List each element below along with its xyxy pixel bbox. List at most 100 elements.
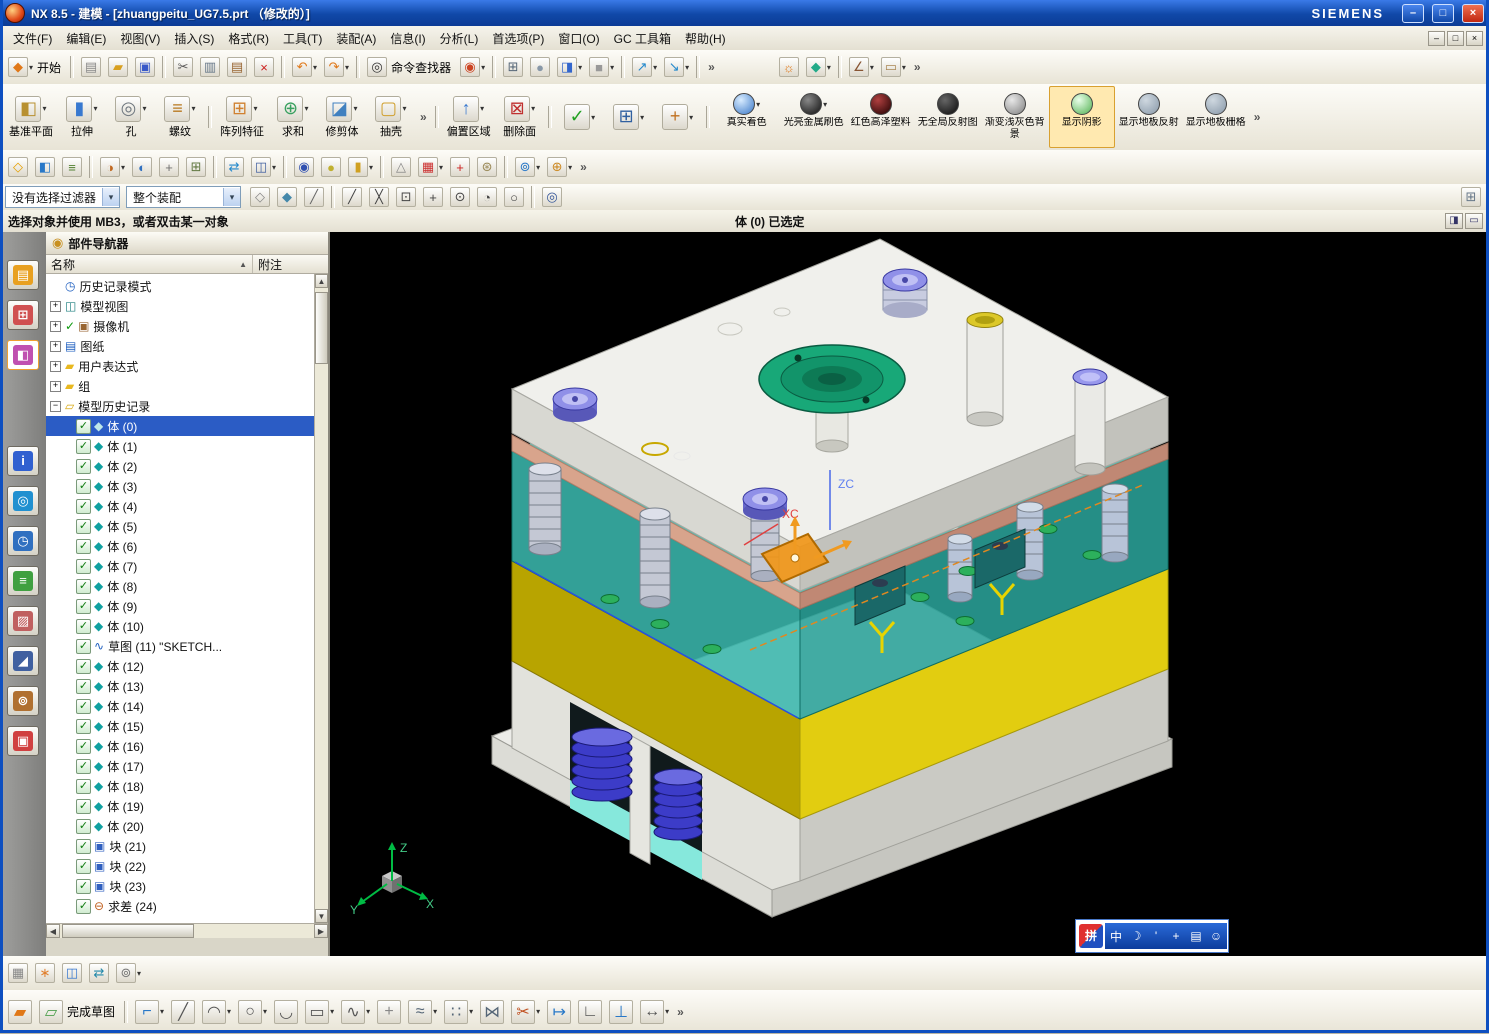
selection-filter-dropdown[interactable]: 没有选择过滤器 ▾ [5, 186, 120, 208]
checkbox-checked-icon[interactable]: ✓ [76, 719, 91, 734]
tree-item[interactable]: ✓▣块 (21) [46, 836, 315, 856]
tree-item[interactable]: ✓◆体 (19) [46, 796, 315, 816]
redo-button[interactable]: ↷▾ [321, 54, 352, 80]
tree-item[interactable]: ✓◆体 (1) [46, 436, 315, 456]
dropdown-arrow-icon[interactable]: ▾ [536, 163, 540, 172]
quick-extend-button[interactable]: ↦ [544, 996, 574, 1028]
toolbar-overflow-button[interactable]: » [704, 60, 719, 74]
new-file-button[interactable]: ▤ [78, 54, 104, 80]
menu-window[interactable]: 窗口(O) [551, 28, 606, 49]
scroll-down-icon[interactable]: ▼ [315, 909, 328, 923]
tree-item[interactable]: ✓◆体 (16) [46, 736, 315, 756]
chevron-down-icon[interactable]: ▾ [102, 188, 119, 206]
dropdown-arrow-icon[interactable]: ▾ [640, 113, 644, 122]
mold-assembly-3d-view[interactable]: ZC XC [330, 232, 1489, 956]
selection-scope-dropdown[interactable]: 整个装配 ▾ [126, 186, 241, 208]
tree-item[interactable]: ✓▣块 (22) [46, 856, 315, 876]
dropdown-arrow-icon[interactable]: ▾ [536, 1007, 540, 1016]
view-orient-button[interactable]: ◨▾ [554, 54, 585, 80]
scroll-up-icon[interactable]: ▲ [315, 274, 328, 288]
show-hide-button[interactable]: ◐ [129, 154, 155, 180]
menu-help[interactable]: 帮助(H) [678, 28, 733, 49]
resource-web-browser-button[interactable]: ◎ [7, 486, 39, 516]
expand-icon[interactable]: + [50, 381, 61, 392]
ime-lang-icon[interactable]: 中 [1109, 928, 1123, 945]
horizontal-scrollbar[interactable]: ◀ ▶ [46, 923, 328, 938]
toolbar-overflow-button[interactable]: » [673, 1005, 688, 1019]
menu-assemblies[interactable]: 装配(A) [329, 28, 383, 49]
thread-button[interactable]: ≡▾螺纹 [156, 87, 204, 147]
tree-item[interactable]: ✓⊖求差 (24) [46, 896, 315, 916]
dropdown-arrow-icon[interactable]: ▾ [653, 63, 657, 72]
dropdown-arrow-icon[interactable]: ▾ [160, 1007, 164, 1016]
gear-assembly-button[interactable]: ⊛ [474, 154, 500, 180]
checkbox-checked-icon[interactable]: ✓ [76, 819, 91, 834]
prompt-options-button[interactable]: ▭ [1465, 213, 1483, 229]
pattern-feature-button[interactable]: ⊞▾阵列特征 [216, 87, 268, 147]
resource-touch-mode-button[interactable]: ▣ [7, 726, 39, 756]
tree-item[interactable]: +◫模型视图 [46, 296, 315, 316]
checkbox-checked-icon[interactable]: ✓ [76, 499, 91, 514]
dropdown-arrow-icon[interactable]: ▾ [870, 63, 874, 72]
prompt-dock-button[interactable]: ◨ [1445, 213, 1463, 229]
dropdown-arrow-icon[interactable]: ▾ [665, 1007, 669, 1016]
tree-item[interactable]: ✓◆体 (14) [46, 696, 315, 716]
snap-midpoint-button[interactable]: ╳ [366, 184, 392, 210]
show-floor-grid-button[interactable]: 显示地板栅格 [1183, 86, 1249, 148]
checkbox-checked-icon[interactable]: ✓ [76, 419, 91, 434]
dropdown-arrow-icon[interactable]: ▾ [253, 104, 257, 113]
dropdown-arrow-icon[interactable]: ▾ [142, 104, 146, 113]
work-grid-button[interactable]: ⊞ [1458, 184, 1484, 210]
menu-information[interactable]: 信息(I) [383, 28, 432, 49]
extrude-button[interactable]: ▮▾拉伸 [58, 87, 106, 147]
toolbar-overflow-button[interactable]: » [416, 110, 431, 124]
checkbox-checked-icon[interactable]: ✓ [76, 779, 91, 794]
tree-item[interactable]: ✓◆体 (3) [46, 476, 315, 496]
checkbox-checked-icon[interactable]: ✓ [76, 479, 91, 494]
tree-item[interactable]: ✓◆体 (20) [46, 816, 315, 836]
hole-button[interactable]: ◎▾孔 [107, 87, 155, 147]
object-display-button[interactable]: ◑▾ [97, 154, 128, 180]
tree-item[interactable]: +▰组 [46, 376, 315, 396]
dropdown-arrow-icon[interactable]: ▾ [568, 163, 572, 172]
menu-insert[interactable]: 插入(S) [167, 28, 221, 49]
dropdown-arrow-icon[interactable]: ▾ [93, 104, 97, 113]
resource-hd3d-tool-button[interactable]: i [7, 446, 39, 476]
checkbox-checked-icon[interactable]: ✓ [76, 739, 91, 754]
dropdown-arrow-icon[interactable]: ▾ [345, 63, 349, 72]
expand-icon[interactable]: + [50, 361, 61, 372]
ime-punct-icon[interactable]: ' [1149, 929, 1163, 943]
shiny-metal-button[interactable]: ▾光亮金属刷色 [781, 86, 847, 148]
menu-preferences[interactable]: 首选项(P) [485, 28, 551, 49]
paste-button[interactable]: ▤ [224, 54, 250, 80]
resource-palette-button[interactable]: ▨ [7, 606, 39, 636]
tree-item[interactable]: ✓◆体 (17) [46, 756, 315, 776]
shell-button[interactable]: ▢▾抽壳 [367, 87, 415, 147]
mirror-curve-button[interactable]: ⋈ [477, 996, 507, 1028]
tree-item[interactable]: ✓▣块 (23) [46, 876, 315, 896]
tree-item[interactable]: ✓◆体 (0) [46, 416, 315, 436]
checkbox-checked-icon[interactable]: ✓ [76, 439, 91, 454]
dropdown-arrow-icon[interactable]: ▾ [531, 104, 535, 113]
finish-sketch-button[interactable]: ▱完成草图 [36, 996, 120, 1028]
ime-tools-icon[interactable]: + [1169, 929, 1183, 943]
dropdown-arrow-icon[interactable]: ▾ [42, 104, 46, 113]
unite-button[interactable]: ⊕▾求和 [269, 87, 317, 147]
snap-toggle-button[interactable]: ◇ [247, 184, 273, 210]
section-view-button[interactable]: ◫▾ [248, 154, 279, 180]
pattern-curve-button[interactable]: ∷▾ [441, 996, 476, 1028]
view-cube-mini-button[interactable]: ◫ [59, 960, 85, 986]
tree-item[interactable]: +▰用户表达式 [46, 356, 315, 376]
snap-quadrant-button[interactable]: ◔ [474, 184, 500, 210]
trim-body-button[interactable]: ◪▾修剪体 [318, 87, 366, 147]
background-color-button[interactable]: ■▾ [586, 54, 617, 80]
dropdown-arrow-icon[interactable]: ▾ [578, 63, 582, 72]
circle-button[interactable]: ○▾ [235, 996, 270, 1028]
vertical-scrollbar[interactable]: ▲ ▼ [314, 274, 328, 923]
sketch-flag-button[interactable]: ▰ [5, 996, 35, 1028]
checkbox-checked-icon[interactable]: ✓ [76, 679, 91, 694]
dropdown-arrow-icon[interactable]: ▾ [480, 104, 484, 113]
red-gloss-plastic-button[interactable]: 红色高泽塑料 [848, 86, 914, 148]
tree-item[interactable]: ✓◆体 (8) [46, 576, 315, 596]
direct-sketch-button[interactable]: ◇ [5, 154, 31, 180]
